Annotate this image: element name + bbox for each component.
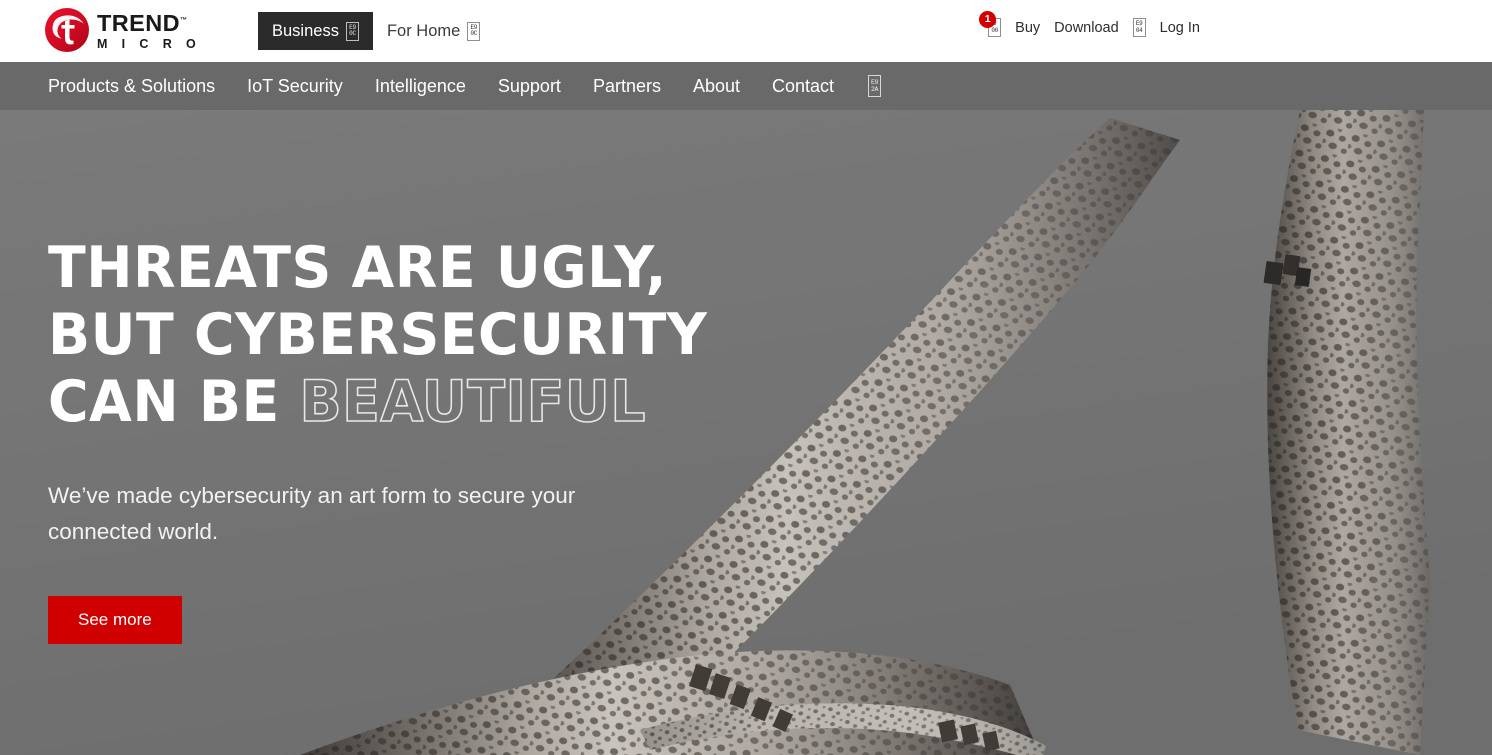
hero-headline-line-2: BUT CYBERSECURITY [48,302,708,368]
main-navigation-items: Products & Solutions IoT Security Intell… [0,62,882,110]
log-in-link[interactable]: Log In [1160,20,1200,36]
hero-subtitle: We’ve made cybersecurity an art form to … [48,483,576,544]
globe-language-icon: E9 04 [1132,18,1146,37]
nav-item-support[interactable]: Support [482,62,577,110]
trend-micro-logo[interactable]: TREND™ M I C R O [44,5,204,55]
audience-switch: Business E9 0C For Home E9 0C [258,12,494,50]
logo-wordmark: TREND™ M I C R O [97,10,201,51]
nav-item-products-solutions[interactable]: Products & Solutions [48,62,231,110]
nav-item-intelligence[interactable]: Intelligence [359,62,482,110]
buy-link[interactable]: Buy [1015,20,1040,36]
utility-nav: 1 9 00 Buy Download E9 04 Log In [979,11,1200,37]
logo-micro-text: M I C R O [97,37,202,51]
logo-trademark: ™ [179,16,187,24]
hero-headline-line-3: CAN BE BEAUTIFUL [48,368,785,436]
logo-trend-text: TREND™ [97,9,187,36]
hero-headline-outlined: BEAUTIFUL [299,368,647,436]
language-selector-button[interactable]: E9 04 [1132,18,1146,37]
audience-tab-for-home[interactable]: For Home E9 0C [373,12,494,50]
chevron-down-icon: E9 0C [345,21,359,41]
main-navigation: Products & Solutions IoT Security Intell… [0,62,1492,110]
hero-headline-line-1: THREATS ARE UGLY, [48,235,668,301]
cart-button[interactable]: 1 9 00 [979,11,1002,37]
chevron-down-icon: E9 0C [467,21,481,41]
audience-tab-business-label: Business [272,21,339,40]
audience-tab-business[interactable]: Business E9 0C [258,12,373,50]
see-more-button[interactable]: See more [48,596,182,644]
search-button[interactable]: E9 2A [868,75,882,97]
hero-content: THREATS ARE UGLY, BUT CYBERSECURITY CAN … [48,235,808,644]
nav-item-about[interactable]: About [677,62,756,110]
page-root: TREND™ M I C R O Business E9 0C For Home… [0,0,1492,755]
nav-item-partners[interactable]: Partners [577,62,677,110]
audience-tab-for-home-label: For Home [386,21,461,40]
trend-micro-ball-icon [44,7,90,53]
nav-item-iot-security[interactable]: IoT Security [231,62,359,110]
search-icon: E9 2A [868,75,882,97]
nav-item-contact[interactable]: Contact [756,62,850,110]
top-header: TREND™ M I C R O Business E9 0C For Home… [0,0,1492,62]
hero-headline-solid: CAN BE [48,369,280,435]
download-link[interactable]: Download [1054,20,1119,36]
hero-section: THREATS ARE UGLY, BUT CYBERSECURITY CAN … [0,110,1492,755]
hero-headline: THREATS ARE UGLY, BUT CYBERSECURITY CAN … [48,235,785,436]
